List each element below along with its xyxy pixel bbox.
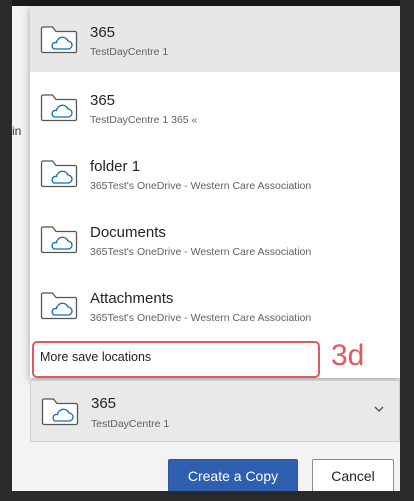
location-item[interactable]: 365 TestDayCentre 1 <box>30 6 400 72</box>
location-title: folder 1 <box>90 158 141 175</box>
cancel-button[interactable]: Cancel <box>312 459 394 493</box>
location-subtitle: 365Test's OneDrive - Western Care Associ… <box>90 180 312 192</box>
location-item[interactable]: folder 1 365Test's OneDrive - Western Ca… <box>30 140 400 206</box>
selected-location-subtitle: TestDayCentre 1 <box>91 418 170 430</box>
location-title: Documents <box>90 224 166 241</box>
location-subtitle: TestDayCentre 1 <box>90 46 169 58</box>
create-a-copy-button[interactable]: Create a Copy <box>168 459 298 493</box>
location-subtitle: 365Test's OneDrive - Western Care Associ… <box>90 312 312 324</box>
annotation-highlight-box <box>32 341 320 378</box>
cloud-folder-icon <box>40 160 78 188</box>
location-item[interactable]: 365 TestDayCentre 1 365 « <box>30 74 400 140</box>
cloud-folder-icon <box>40 26 78 54</box>
save-location-dropdown: 365 TestDayCentre 1 365 TestDayCentre 1 … <box>30 6 400 378</box>
cloud-folder-icon <box>40 94 78 122</box>
window-frame-right <box>400 0 414 501</box>
location-title: 365 <box>90 92 116 109</box>
location-title: Attachments <box>90 290 174 307</box>
chevron-down-icon[interactable] <box>373 403 385 415</box>
window-frame-bottom <box>0 491 414 501</box>
annotation-label: 3d <box>331 339 365 372</box>
location-subtitle: 365Test's OneDrive - Western Care Associ… <box>90 246 312 258</box>
location-title: 365 <box>90 24 116 41</box>
location-subtitle: TestDayCentre 1 365 « <box>90 114 198 126</box>
window-frame-left <box>0 0 12 501</box>
cloud-folder-icon <box>40 292 78 320</box>
cloud-folder-icon <box>40 226 78 254</box>
location-item[interactable]: Documents 365Test's OneDrive - Western C… <box>30 206 400 272</box>
cloud-folder-icon <box>41 398 79 426</box>
background-text-fragment: in <box>12 124 22 138</box>
selected-location-title: 365 <box>91 395 117 412</box>
save-location-select[interactable]: 365 TestDayCentre 1 <box>30 380 400 442</box>
location-item[interactable]: Attachments 365Test's OneDrive - Western… <box>30 272 400 338</box>
